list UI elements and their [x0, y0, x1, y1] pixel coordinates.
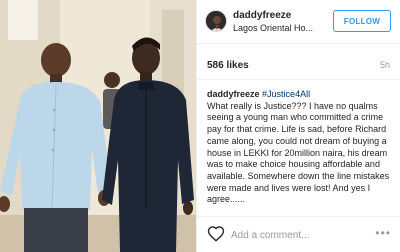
post-timestamp[interactable]: 5h [380, 60, 390, 70]
comment-input[interactable] [231, 227, 371, 243]
heart-icon[interactable] [207, 225, 225, 243]
caption-username[interactable]: daddyfreeze [207, 89, 260, 99]
post-location[interactable]: Lagos Oriental Ho... [233, 23, 313, 33]
avatar-image [206, 11, 226, 31]
photo-scene [0, 0, 196, 252]
post-sidebar: daddyfreeze Lagos Oriental Ho... FOLLOW … [196, 0, 400, 252]
post-header: daddyfreeze Lagos Oriental Ho... FOLLOW [197, 0, 400, 44]
caption-hashtag[interactable]: #Justice4All [262, 89, 310, 99]
caption-text: What really is Justice??? I have no qual… [207, 100, 390, 205]
heart-icon-glyph [207, 226, 225, 242]
more-options-icon[interactable]: ••• [375, 226, 391, 240]
avatar[interactable] [205, 10, 227, 32]
follow-button[interactable]: FOLLOW [333, 10, 391, 32]
comment-bar: ••• [197, 216, 400, 252]
post-caption: daddyfreeze #Justice4All What really is … [207, 89, 395, 206]
post-image[interactable] [0, 0, 196, 252]
post-username[interactable]: daddyfreeze [233, 10, 291, 21]
likes-count[interactable]: 586 likes [207, 60, 249, 71]
